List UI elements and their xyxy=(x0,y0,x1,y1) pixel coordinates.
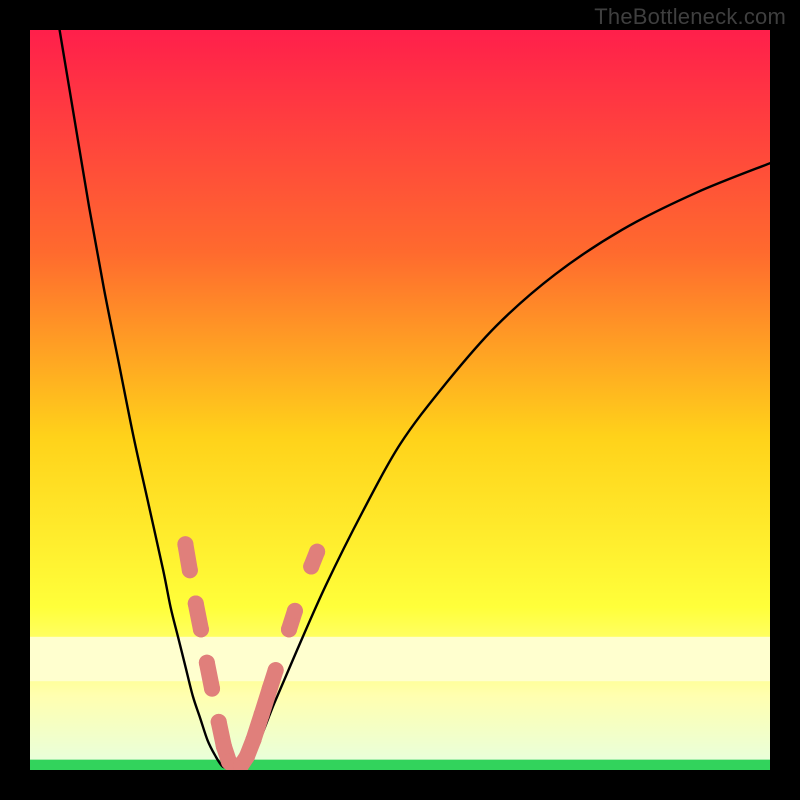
pale-yellow-band xyxy=(30,637,770,681)
scatter-dot xyxy=(204,681,220,697)
scatter-dot xyxy=(287,603,303,619)
watermark-text: TheBottleneck.com xyxy=(594,4,786,30)
green-band xyxy=(30,760,770,770)
chart-frame: TheBottleneck.com xyxy=(0,0,800,800)
scatter-dot xyxy=(268,662,284,678)
scatter-dot xyxy=(193,621,209,637)
plot-svg xyxy=(30,30,770,770)
scatter-dot xyxy=(309,544,325,560)
scatter-dot xyxy=(182,562,198,578)
plot-area xyxy=(30,30,770,770)
